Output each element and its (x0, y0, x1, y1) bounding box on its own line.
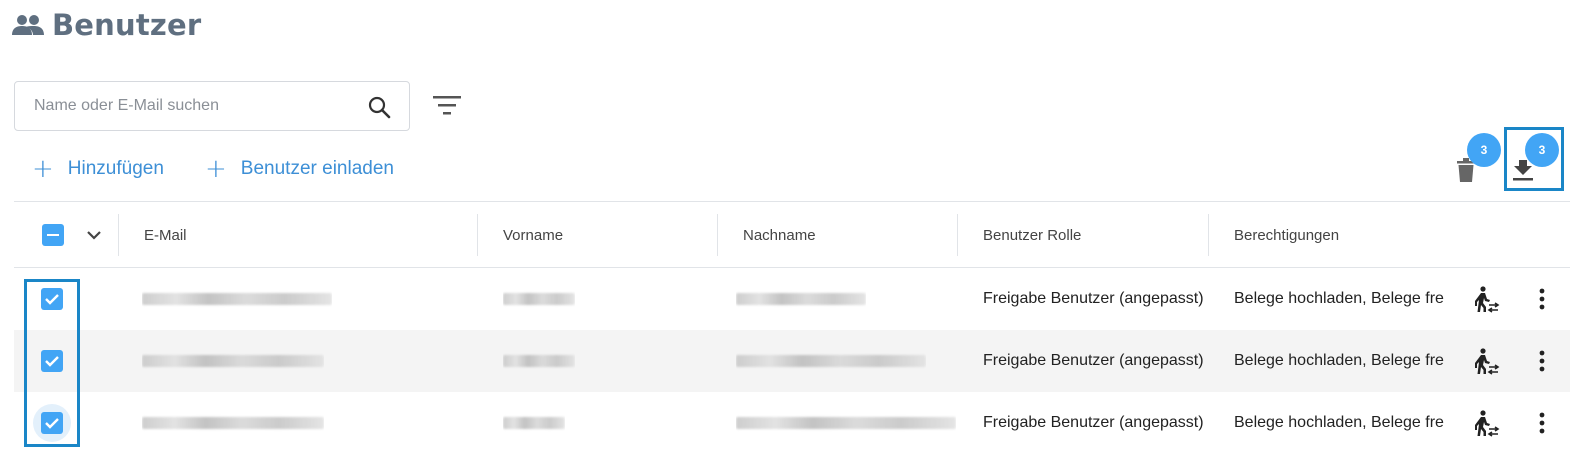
more-options-icon[interactable] (1530, 330, 1554, 392)
search-box (14, 81, 410, 131)
role-cell: Freigabe Benutzer (angepasst) (983, 352, 1204, 369)
impersonate-user-icon[interactable] (1471, 330, 1501, 392)
role-cell: Freigabe Benutzer (angepasst) (983, 290, 1204, 307)
download-count-badge: 3 (1525, 133, 1559, 167)
firstname-cell (503, 392, 565, 453)
users-icon (12, 15, 44, 35)
search-icon[interactable] (367, 95, 391, 119)
walk-swap-icon (1475, 410, 1500, 437)
plus-icon: + (32, 154, 54, 184)
column-divider (1208, 214, 1209, 256)
permissions-cell: Belege hochladen, Belege fre (1234, 352, 1444, 369)
redacted-text (736, 417, 956, 429)
firstname-cell (503, 330, 575, 392)
column-header-permissions[interactable]: Berechtigungen (1234, 202, 1339, 268)
lastname-cell (736, 268, 866, 330)
checkbox-indeterminate (42, 224, 64, 246)
add-user-button[interactable]: + Hinzufügen (32, 154, 164, 184)
column-divider (118, 214, 119, 256)
search-input[interactable] (34, 97, 354, 115)
table-row[interactable]: Freigabe Benutzer (angepasst) Belege hoc… (14, 330, 1570, 392)
add-user-label: Hinzufügen (67, 158, 164, 179)
impersonate-user-icon[interactable] (1471, 392, 1501, 453)
redacted-text (503, 417, 565, 429)
column-header-firstname[interactable]: Vorname (503, 202, 563, 268)
kebab-menu-icon (1539, 412, 1545, 434)
walk-swap-icon (1475, 348, 1500, 375)
more-options-icon[interactable] (1530, 268, 1554, 330)
more-options-icon[interactable] (1530, 392, 1554, 453)
table-header: E-Mail Vorname Nachname Benutzer Rolle B… (14, 201, 1570, 268)
email-cell (142, 392, 324, 453)
firstname-cell (503, 268, 575, 330)
table-row[interactable]: Freigabe Benutzer (angepasst) Belege hoc… (14, 268, 1570, 330)
kebab-menu-icon (1539, 288, 1545, 310)
column-divider (477, 214, 478, 256)
email-cell (142, 268, 332, 330)
page-header: Benutzer (12, 8, 201, 42)
permissions-cell: Belege hochladen, Belege fre (1234, 414, 1444, 431)
lastname-cell (736, 392, 956, 453)
lastname-cell (736, 330, 926, 392)
email-cell (142, 330, 324, 392)
redacted-text (503, 355, 575, 367)
chevron-down-icon[interactable] (86, 228, 102, 242)
checkbox-highlight (24, 279, 80, 447)
impersonate-user-icon[interactable] (1471, 268, 1501, 330)
column-divider (717, 214, 718, 256)
column-header-role[interactable]: Benutzer Rolle (983, 202, 1081, 268)
permissions-cell: Belege hochladen, Belege fre (1234, 290, 1444, 307)
role-cell: Freigabe Benutzer (angepasst) (983, 414, 1204, 431)
minus-mark (47, 233, 59, 237)
redacted-text (503, 293, 575, 305)
page-title: Benutzer (52, 8, 202, 42)
column-divider (957, 214, 958, 256)
redacted-text (142, 355, 324, 367)
redacted-text (142, 293, 332, 305)
column-header-lastname[interactable]: Nachname (743, 202, 816, 268)
plus-icon: + (205, 154, 227, 184)
walk-swap-icon (1475, 286, 1500, 313)
table-row[interactable]: Freigabe Benutzer (angepasst) Belege hoc… (14, 392, 1570, 453)
invite-user-label: Benutzer einladen (240, 158, 394, 179)
column-header-email[interactable]: E-Mail (144, 202, 187, 268)
redacted-text (736, 293, 866, 305)
invite-user-button[interactable]: + Benutzer einladen (205, 154, 394, 184)
redacted-text (142, 417, 324, 429)
filter-icon[interactable] (433, 94, 461, 116)
select-all-checkbox[interactable] (42, 224, 64, 246)
kebab-menu-icon (1539, 350, 1545, 372)
redacted-text (736, 355, 926, 367)
delete-count-badge: 3 (1467, 133, 1501, 167)
